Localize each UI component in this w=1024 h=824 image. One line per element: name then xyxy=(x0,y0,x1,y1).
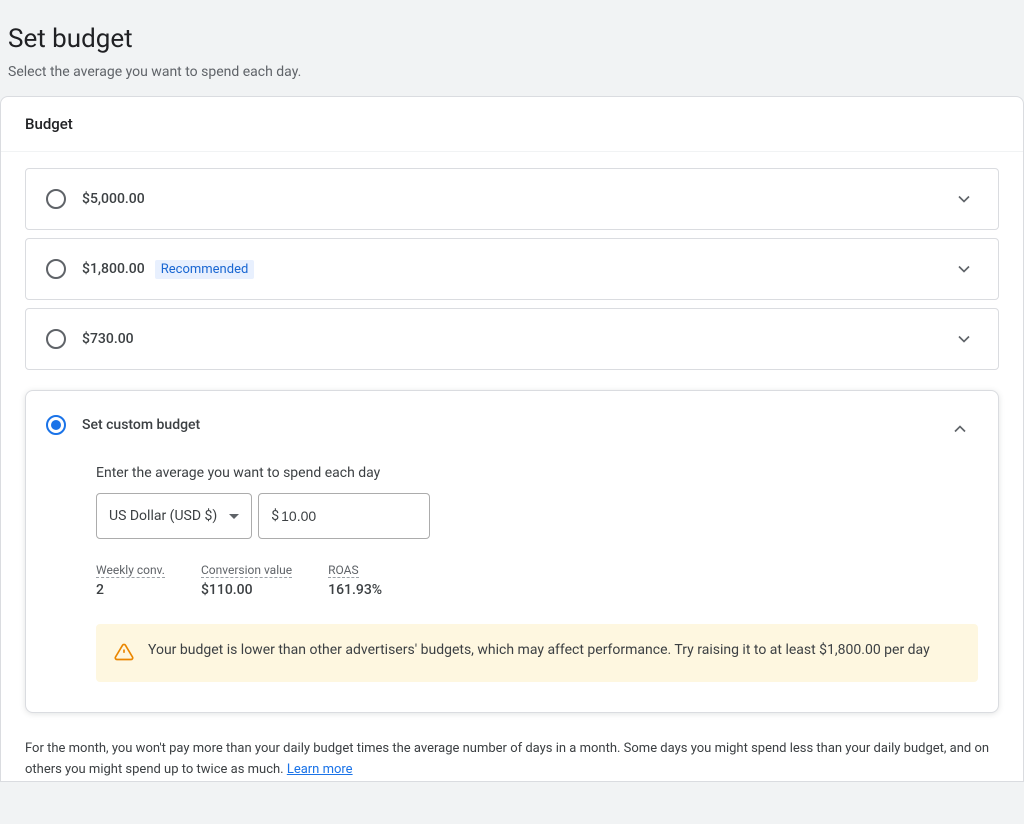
custom-budget-body: Enter the average you want to spend each… xyxy=(26,451,998,712)
budget-option[interactable]: $5,000.00 xyxy=(25,168,999,230)
metric-value: $110.00 xyxy=(201,582,292,598)
metric-label: ROAS xyxy=(328,563,358,578)
budget-option-amount: $730.00 xyxy=(82,331,134,347)
options-container: $5,000.00 $1,800.00 Recommended $730.00 xyxy=(1,152,1023,713)
warning-text: Your budget is lower than other advertis… xyxy=(148,640,930,661)
budget-option[interactable]: $730.00 xyxy=(25,308,999,370)
page-title: Set budget xyxy=(8,24,1016,54)
metric-label: Conversion value xyxy=(201,563,292,578)
custom-budget-label: Set custom budget xyxy=(82,417,200,433)
warning-icon xyxy=(114,642,134,666)
metrics-row: Weekly conv. 2 Conversion value $110.00 … xyxy=(96,559,978,598)
radio-icon[interactable] xyxy=(46,189,66,209)
chevron-up-icon xyxy=(950,419,970,439)
amount-prefix: $ xyxy=(271,508,279,524)
budget-option-amount: $5,000.00 xyxy=(82,191,145,207)
recommended-badge: Recommended xyxy=(155,260,255,279)
budget-card: Budget $5,000.00 $1,800.00 Recommended xyxy=(0,96,1024,782)
chevron-down-icon xyxy=(954,259,974,279)
footer-text-content: For the month, you won't pay more than y… xyxy=(25,741,989,777)
chevron-down-icon xyxy=(954,329,974,349)
budget-option[interactable]: $1,800.00 Recommended xyxy=(25,238,999,300)
amount-field[interactable] xyxy=(281,508,381,524)
currency-label: US Dollar (USD $) xyxy=(109,508,217,524)
metric-value: 2 xyxy=(96,582,165,598)
metric-value: 161.93% xyxy=(328,582,382,598)
metric-roas: ROAS 161.93% xyxy=(328,559,382,598)
radio-icon[interactable] xyxy=(46,259,66,279)
chevron-down-icon xyxy=(954,189,974,209)
custom-budget-option: Set custom budget Enter the average you … xyxy=(25,390,999,713)
caret-down-icon xyxy=(229,514,239,519)
section-title: Budget xyxy=(1,97,1023,152)
radio-icon[interactable] xyxy=(46,415,66,435)
budget-option-amount: $1,800.00 xyxy=(82,261,145,277)
currency-dropdown[interactable]: US Dollar (USD $) xyxy=(96,493,252,539)
warning-box: Your budget is lower than other advertis… xyxy=(96,624,978,682)
metric-label: Weekly conv. xyxy=(96,563,165,578)
custom-budget-header[interactable]: Set custom budget xyxy=(26,391,998,451)
amount-input-wrapper[interactable]: $ xyxy=(258,493,430,539)
learn-more-link[interactable]: Learn more xyxy=(287,762,353,777)
page-header: Set budget Select the average you want t… xyxy=(0,0,1024,96)
custom-instruction: Enter the average you want to spend each… xyxy=(96,465,978,481)
footer-text: For the month, you won't pay more than y… xyxy=(1,721,1023,781)
radio-icon[interactable] xyxy=(46,329,66,349)
metric-weekly-conv: Weekly conv. 2 xyxy=(96,559,165,598)
metric-conversion-value: Conversion value $110.00 xyxy=(201,559,292,598)
input-row: US Dollar (USD $) $ xyxy=(96,493,978,539)
page-subtitle: Select the average you want to spend eac… xyxy=(8,64,1016,80)
